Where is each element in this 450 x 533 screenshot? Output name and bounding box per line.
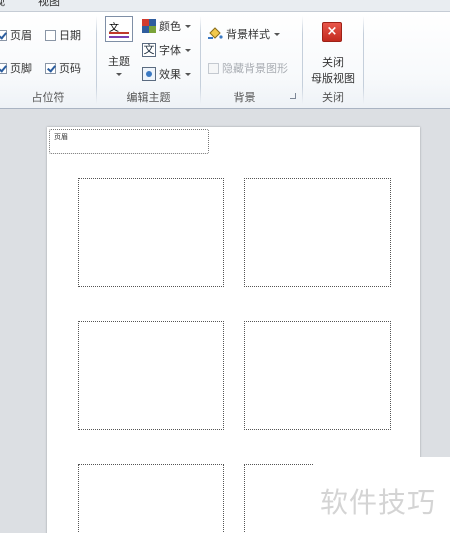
hide-background-checkbox (208, 62, 219, 74)
themes-label: 主题 (108, 55, 130, 68)
group-separator (363, 16, 364, 104)
card-placeholder[interactable] (244, 321, 391, 430)
effects-dropdown-arrow-icon (185, 72, 191, 76)
date-checkbox[interactable] (45, 29, 56, 41)
close-label-line2: 母版视图 (311, 72, 355, 85)
placeholders-group-label: 占位符 (31, 91, 65, 104)
watermark-text: 软件技巧 (320, 486, 437, 519)
background-styles-label: 背景样式 (226, 28, 270, 41)
page-number-checkbox-row[interactable]: 页码 (45, 60, 81, 76)
colors-button[interactable]: 颜色 (142, 17, 191, 35)
fonts-label: 字体 (159, 44, 181, 57)
fonts-button[interactable]: 文 字体 (142, 41, 191, 59)
background-dialog-launcher-icon[interactable] (290, 93, 296, 99)
edit-theme-group-label: 编辑主题 (126, 91, 171, 104)
close-group-label: 关闭 (322, 91, 344, 104)
card-placeholder[interactable] (78, 321, 224, 430)
close-label-line1: 关闭 (322, 56, 344, 69)
tab-view[interactable]: 视图 (38, 0, 60, 9)
header-placeholder-text: 页眉 (54, 133, 68, 141)
fonts-dropdown-arrow-icon (185, 48, 191, 52)
colors-icon (142, 19, 156, 33)
close-master-view-button[interactable]: × 关闭 母版视图 (306, 16, 360, 86)
effects-button[interactable]: 效果 (142, 65, 191, 83)
footer-checkbox[interactable] (0, 62, 7, 74)
themes-button[interactable]: 文 主题 (104, 15, 134, 85)
date-checkbox-row[interactable]: 日期 (45, 27, 81, 43)
header-placeholder[interactable]: 页眉 (49, 129, 209, 154)
colors-label: 颜色 (159, 20, 181, 33)
fonts-icon: 文 (142, 43, 156, 57)
themes-dropdown-arrow-icon (116, 73, 122, 76)
background-group-label: 背景 (233, 91, 256, 104)
header-checkbox-label: 页眉 (10, 29, 32, 42)
date-checkbox-label: 日期 (59, 29, 81, 42)
themes-icon: 文 (105, 16, 133, 42)
hide-background-checkbox-row: 隐藏背景图形 (208, 60, 288, 76)
close-icon: × (322, 22, 342, 42)
placeholders-group: 页眉 日期 页脚 页码 占位符 (0, 12, 96, 109)
background-styles-button[interactable]: 背景样式 (207, 25, 280, 43)
hide-background-label: 隐藏背景图形 (222, 62, 288, 75)
tab-partial-left[interactable]: 视 (0, 0, 5, 9)
background-styles-dropdown-arrow-icon (274, 32, 280, 36)
ribbon-tab-strip: 视 视图 (0, 0, 450, 12)
page-number-checkbox[interactable] (45, 62, 56, 74)
effects-icon (142, 67, 156, 81)
card-placeholder[interactable] (78, 464, 224, 533)
card-placeholder[interactable] (244, 178, 391, 287)
ribbon: 页眉 日期 页脚 页码 占位符 编辑主题 文 主题 颜色 文 字体 效果 背景 … (0, 12, 450, 109)
paint-bucket-icon (207, 27, 223, 41)
footer-checkbox-row[interactable]: 页脚 (0, 60, 32, 76)
colors-dropdown-arrow-icon (185, 24, 191, 28)
header-checkbox[interactable] (0, 29, 7, 41)
effects-label: 效果 (159, 68, 181, 81)
header-checkbox-row[interactable]: 页眉 (0, 27, 32, 43)
footer-checkbox-label: 页脚 (10, 62, 32, 75)
page-number-checkbox-label: 页码 (59, 62, 81, 75)
card-placeholder[interactable] (78, 178, 224, 287)
